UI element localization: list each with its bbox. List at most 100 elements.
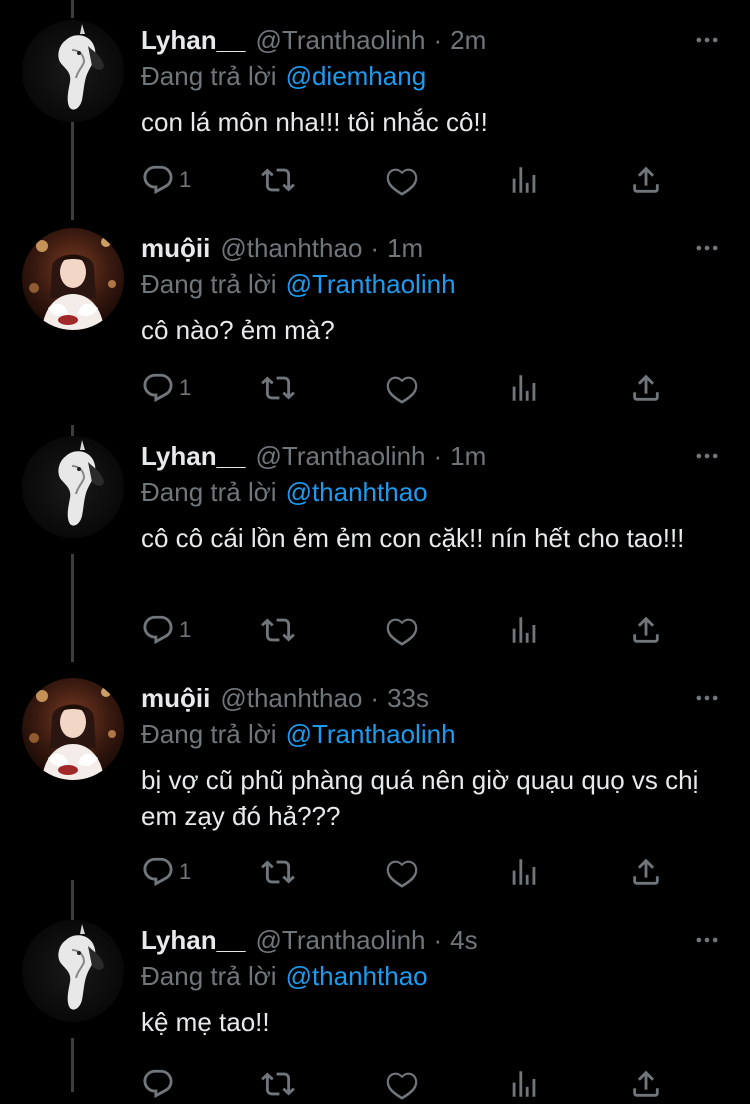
separator-dot: · (433, 440, 443, 471)
retweet-icon (261, 163, 295, 197)
replying-to: Đang trả lời @Tranthaolinh (141, 264, 456, 304)
display-name[interactable]: muộii (141, 233, 210, 264)
views-icon (507, 371, 541, 405)
replying-to-label: Đang trả lời (141, 718, 277, 749)
timestamp[interactable]: 1m (387, 233, 423, 264)
retweet-icon (261, 855, 295, 889)
timestamp[interactable]: 2m (450, 25, 486, 56)
reply-count: 1 (179, 859, 192, 884)
more-button[interactable] (692, 678, 722, 718)
share-button[interactable] (629, 1064, 663, 1104)
reply-icon (141, 163, 175, 197)
user-handle[interactable]: @Tranthaolinh (256, 441, 426, 472)
more-button[interactable] (692, 228, 722, 268)
action-bar: 1 (141, 160, 671, 200)
reply-button[interactable]: 1 (141, 368, 191, 408)
like-button[interactable] (385, 852, 419, 892)
replying-to-label: Đang trả lời (141, 960, 277, 991)
user-handle[interactable]: @Tranthaolinh (256, 925, 426, 956)
like-button[interactable] (385, 1064, 419, 1104)
separator-dot: · (433, 24, 443, 55)
share-icon (629, 613, 663, 647)
timestamp[interactable]: 33s (387, 683, 429, 714)
separator-dot: · (370, 232, 380, 263)
thread-connector (71, 1038, 74, 1092)
views-icon (507, 613, 541, 647)
more-button[interactable] (692, 920, 722, 960)
thread-connector (71, 0, 74, 18)
tweet-text: cô nào? ẻm mà? (141, 315, 335, 345)
like-icon (385, 855, 419, 889)
tweet-header: muộii @thanhthao · 33s (141, 678, 429, 718)
separator-dot: · (433, 924, 443, 955)
replying-to-mention[interactable]: @diemhang (286, 61, 427, 92)
tweet-text: bị vợ cũ phũ phàng quá nên giờ quạu quọ … (141, 765, 699, 831)
views-button[interactable] (507, 852, 541, 892)
retweet-button[interactable] (261, 160, 295, 200)
share-button[interactable] (629, 368, 663, 408)
girl-photo-avatar-icon (22, 228, 124, 330)
avatar[interactable] (22, 678, 124, 780)
views-button[interactable] (507, 160, 541, 200)
views-button[interactable] (507, 368, 541, 408)
thread-connector (71, 880, 74, 920)
share-icon (629, 855, 663, 889)
reply-button[interactable] (141, 1064, 179, 1104)
display-name[interactable]: Lyhan__ (141, 441, 246, 472)
retweet-button[interactable] (261, 610, 295, 650)
user-handle[interactable]: @Tranthaolinh (256, 25, 426, 56)
avatar[interactable] (22, 20, 124, 122)
tweet-header: Lyhan__ @Tranthaolinh · 1m (141, 436, 486, 476)
action-bar: 1 (141, 610, 671, 650)
replying-to-mention[interactable]: @thanhthao (286, 477, 428, 508)
display-name[interactable]: Lyhan__ (141, 25, 246, 56)
like-button[interactable] (385, 160, 419, 200)
replying-to-mention[interactable]: @Tranthaolinh (286, 719, 456, 750)
tweet-header: Lyhan__ @Tranthaolinh · 2m (141, 20, 486, 60)
timestamp[interactable]: 1m (450, 441, 486, 472)
tweet-header: muộii @thanhthao · 1m (141, 228, 423, 268)
reply-button[interactable]: 1 (141, 610, 191, 650)
reply-count: 1 (179, 617, 192, 642)
display-name[interactable]: Lyhan__ (141, 925, 246, 956)
share-button[interactable] (629, 852, 663, 892)
action-bar: 1 (141, 852, 671, 892)
reply-count: 1 (179, 375, 192, 400)
reply-button[interactable]: 1 (141, 852, 191, 892)
replying-to-mention[interactable]: @thanhthao (286, 961, 428, 992)
retweet-icon (261, 371, 295, 405)
display-name[interactable]: muộii (141, 683, 210, 714)
reply-icon (141, 855, 175, 889)
replying-to-label: Đang trả lời (141, 268, 277, 299)
like-button[interactable] (385, 610, 419, 650)
like-button[interactable] (385, 368, 419, 408)
like-icon (385, 163, 419, 197)
reply-button[interactable]: 1 (141, 160, 191, 200)
avatar[interactable] (22, 920, 124, 1022)
more-button[interactable] (692, 436, 722, 476)
share-button[interactable] (629, 160, 663, 200)
replying-to-label: Đang trả lời (141, 60, 277, 91)
views-button[interactable] (507, 610, 541, 650)
reply-icon (141, 371, 175, 405)
more-icon (693, 442, 721, 470)
user-handle[interactable]: @thanhthao (220, 683, 362, 714)
action-bar: 1 (141, 368, 671, 408)
retweet-button[interactable] (261, 1064, 295, 1104)
tweet-header: Lyhan__ @Tranthaolinh · 4s (141, 920, 478, 960)
user-handle[interactable]: @thanhthao (220, 233, 362, 264)
views-icon (507, 163, 541, 197)
thread-connector (71, 120, 74, 220)
timestamp[interactable]: 4s (450, 925, 477, 956)
more-icon (693, 926, 721, 954)
retweet-button[interactable] (261, 368, 295, 408)
retweet-button[interactable] (261, 852, 295, 892)
share-button[interactable] (629, 610, 663, 650)
views-button[interactable] (507, 1064, 541, 1104)
more-button[interactable] (692, 20, 722, 60)
avatar[interactable] (22, 436, 124, 538)
replying-to-mention[interactable]: @Tranthaolinh (286, 269, 456, 300)
replying-to: Đang trả lời @thanhthao (141, 956, 428, 996)
avatar[interactable] (22, 228, 124, 330)
tweet-text: con lá môn nha!!! tôi nhắc cô!! (141, 107, 488, 137)
